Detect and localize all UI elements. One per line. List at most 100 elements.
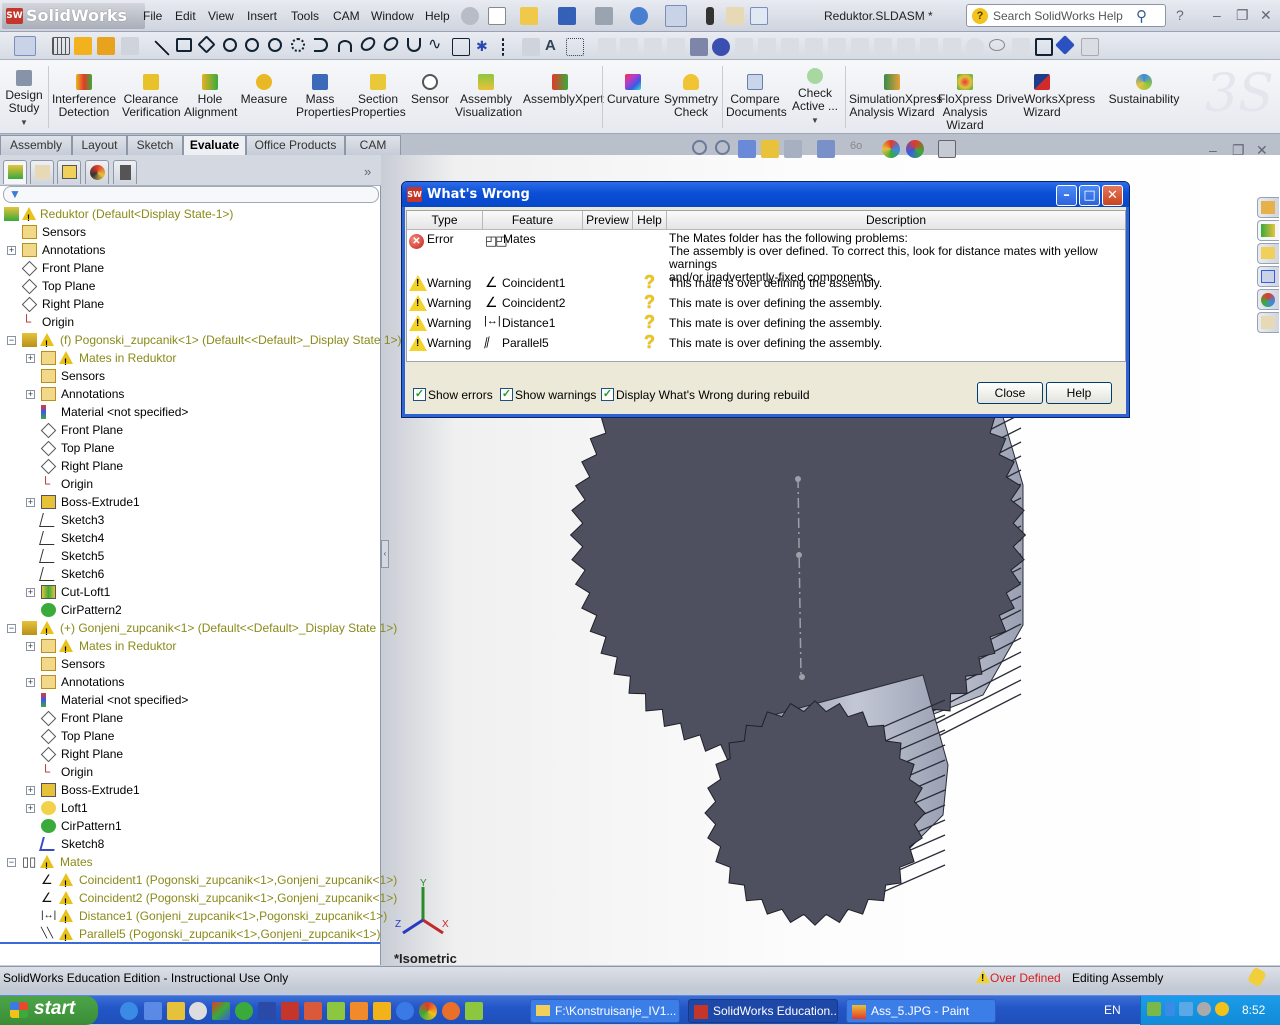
expand-icon[interactable]: + <box>26 588 35 597</box>
table-row[interactable]: Warning |↔| Distance1 ? This mate is ove… <box>407 312 1125 333</box>
spline-on-surface-icon[interactable] <box>452 38 470 56</box>
help-menu-icon[interactable]: ? <box>1176 7 1184 23</box>
expand-icon[interactable]: + <box>26 804 35 813</box>
intersection-curve-icon[interactable] <box>690 38 708 56</box>
rectangle-icon[interactable] <box>176 38 192 52</box>
parabola-icon[interactable] <box>407 38 421 52</box>
show-warnings-checkbox[interactable]: ✓ <box>500 388 513 401</box>
select-arrow-icon[interactable] <box>14 36 36 56</box>
undo-icon[interactable] <box>630 7 648 25</box>
tree-item[interactable]: └ Origin <box>0 313 381 331</box>
point-icon[interactable]: ✱ <box>476 38 494 56</box>
curvature-button[interactable]: Curvature <box>607 74 660 106</box>
compare-documents-button[interactable]: Compare Documents <box>726 74 787 119</box>
tree-item[interactable]: −▯▯ Mates <box>0 853 381 875</box>
assembly-visualization-button[interactable]: Assembly Visualization <box>455 74 522 119</box>
column-help[interactable]: Help <box>633 211 667 230</box>
collapse-icon[interactable]: − <box>7 336 16 345</box>
print-icon[interactable] <box>595 7 613 25</box>
tree-item[interactable]: |↔| Distance1 (Gonjeni_zupcanik<1>,Pogons… <box>0 907 387 929</box>
dialog-minimize-button[interactable]: – <box>1056 185 1077 206</box>
tree-item[interactable]: ╲╲ Parallel5 (Pogonski_zupcanik<1>,Gonjen… <box>0 925 381 947</box>
expand-icon[interactable]: + <box>26 390 35 399</box>
tab-office-products[interactable]: Office Products <box>246 135 345 155</box>
text-icon[interactable]: A <box>545 38 563 56</box>
expand-icon[interactable]: + <box>26 498 35 507</box>
panel-splitter[interactable]: ‹ <box>381 540 389 568</box>
section-properties-button[interactable]: Section Properties <box>351 74 406 119</box>
tag-icon[interactable] <box>1246 966 1268 988</box>
floxpress-button[interactable]: FloXpress Analysis Wizard <box>938 74 992 132</box>
assemblyxpert-button[interactable]: AssemblyXpert <box>523 74 604 106</box>
rollback-bar[interactable] <box>0 942 380 944</box>
move-icon[interactable] <box>851 38 869 56</box>
over-defined-status[interactable]: Over Defined <box>990 971 1061 985</box>
view-settings-icon[interactable] <box>938 140 956 158</box>
linear-pattern-icon[interactable] <box>943 38 961 56</box>
centerpoint-arc-icon[interactable] <box>291 38 305 52</box>
close-icon[interactable]: ✕ <box>1260 7 1272 24</box>
apply-scene-icon[interactable] <box>906 140 924 158</box>
tree-item[interactable]: CirPattern2 <box>0 601 381 619</box>
tab-assembly[interactable]: Assembly <box>0 135 72 155</box>
tab-cam[interactable]: CAM <box>345 135 401 155</box>
tree-item[interactable]: Sketch8 <box>0 835 381 853</box>
tree-item[interactable]: Top Plane <box>0 277 381 295</box>
table-row[interactable]: ✕ Error ◰◰ Mates The Mates folder has th… <box>407 231 1125 284</box>
section-view-icon[interactable] <box>761 140 779 158</box>
previous-view-icon[interactable] <box>738 140 756 158</box>
partial-ellipse-icon[interactable] <box>381 34 401 54</box>
sustainability-button[interactable]: Sustainability <box>1106 74 1182 106</box>
tree-item[interactable]: Front Plane <box>0 421 381 439</box>
tree-item[interactable]: Right Plane <box>0 745 381 763</box>
quicklaunch-icon-16[interactable] <box>465 1002 483 1020</box>
solidworks-icon[interactable] <box>281 1002 299 1020</box>
tree-item[interactable]: + Loft1 <box>0 799 381 817</box>
tree-item[interactable]: Material <not specified> <box>0 403 381 421</box>
mirror-icon[interactable] <box>522 38 540 56</box>
column-preview[interactable]: Preview <box>583 211 633 230</box>
tree-item[interactable]: ∠ Coincident1 (Pogonski_zupcanik<1>,Gonje… <box>0 871 397 894</box>
network-icon[interactable] <box>1179 1002 1193 1016</box>
help-icon[interactable]: ? <box>644 272 655 293</box>
zoom-to-area-icon[interactable] <box>715 140 730 155</box>
sensor-button[interactable]: Sensor <box>410 74 450 106</box>
expand-icon[interactable]: + <box>26 786 35 795</box>
tangent-arc-icon[interactable] <box>314 38 328 52</box>
search-icon[interactable]: ⚲ <box>1136 7 1147 25</box>
menu-cam[interactable]: CAM <box>333 9 360 23</box>
perimeter-circle-icon[interactable] <box>268 38 282 52</box>
chamfer-icon[interactable] <box>620 38 638 56</box>
polygon-icon[interactable] <box>223 38 237 52</box>
media-player-icon[interactable] <box>396 1002 414 1020</box>
open-folder-icon[interactable] <box>520 7 538 25</box>
tree-root[interactable]: Reduktor (Default<Display State-1>) <box>0 205 381 227</box>
simulationxpress-button[interactable]: SimulationXpress Analysis Wizard <box>849 74 942 119</box>
view-orientation-icon[interactable] <box>784 140 802 158</box>
task-pane-design-library[interactable] <box>1257 220 1279 241</box>
view-triad[interactable]: Y X Z <box>395 878 449 935</box>
dialog-close-button[interactable]: ✕ <box>1102 185 1123 206</box>
tree-item[interactable]: Sensors <box>0 223 381 241</box>
tree-item[interactable]: Top Plane <box>0 439 381 457</box>
quicklaunch-icon-5[interactable] <box>212 1002 230 1020</box>
chevron-down-icon[interactable]: ▼ <box>20 118 28 127</box>
new-document-icon[interactable] <box>488 7 506 25</box>
sketch-icon[interactable] <box>74 37 92 55</box>
help-icon[interactable]: ? <box>644 332 655 353</box>
scale-icon[interactable] <box>897 38 915 56</box>
display-style-icon[interactable] <box>817 140 835 158</box>
tab-sketch[interactable]: Sketch <box>127 135 183 155</box>
3-point-arc-icon[interactable] <box>338 40 352 52</box>
show-errors-label[interactable]: Show errors <box>428 388 493 402</box>
tree-item[interactable]: Sketch3 <box>0 511 381 529</box>
menu-edit[interactable]: Edit <box>175 9 196 23</box>
circular-pattern-icon[interactable] <box>966 38 984 56</box>
tab-layout[interactable]: Layout <box>72 135 127 155</box>
face-curves-icon[interactable] <box>712 38 730 56</box>
tree-item[interactable]: └ Origin <box>0 475 381 493</box>
search-input[interactable]: Search SolidWorks Help <box>993 9 1123 23</box>
quicklaunch-icon-11[interactable] <box>350 1002 368 1020</box>
save-icon[interactable] <box>558 7 576 25</box>
ie-icon[interactable] <box>120 1002 138 1020</box>
